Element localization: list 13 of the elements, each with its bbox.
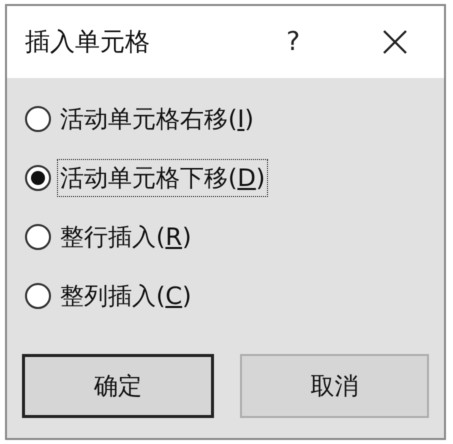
cancel-button[interactable]: 取消 <box>240 354 429 418</box>
close-icon <box>382 29 408 55</box>
option-label[interactable]: 活动单元格右移(I) <box>57 100 257 138</box>
option-label[interactable]: 活动单元格下移(D) <box>57 159 268 197</box>
radio-button[interactable] <box>25 106 51 132</box>
ok-button[interactable]: 确定 <box>22 354 214 418</box>
help-button[interactable]: ? <box>280 22 306 62</box>
option-label[interactable]: 整行插入(R) <box>57 218 194 256</box>
radio-button[interactable] <box>25 165 51 191</box>
window-title: 插入单元格 <box>25 26 150 58</box>
radio-button[interactable] <box>25 283 51 309</box>
radio-button[interactable] <box>25 224 51 250</box>
option-label[interactable]: 整列插入(C) <box>57 277 195 315</box>
